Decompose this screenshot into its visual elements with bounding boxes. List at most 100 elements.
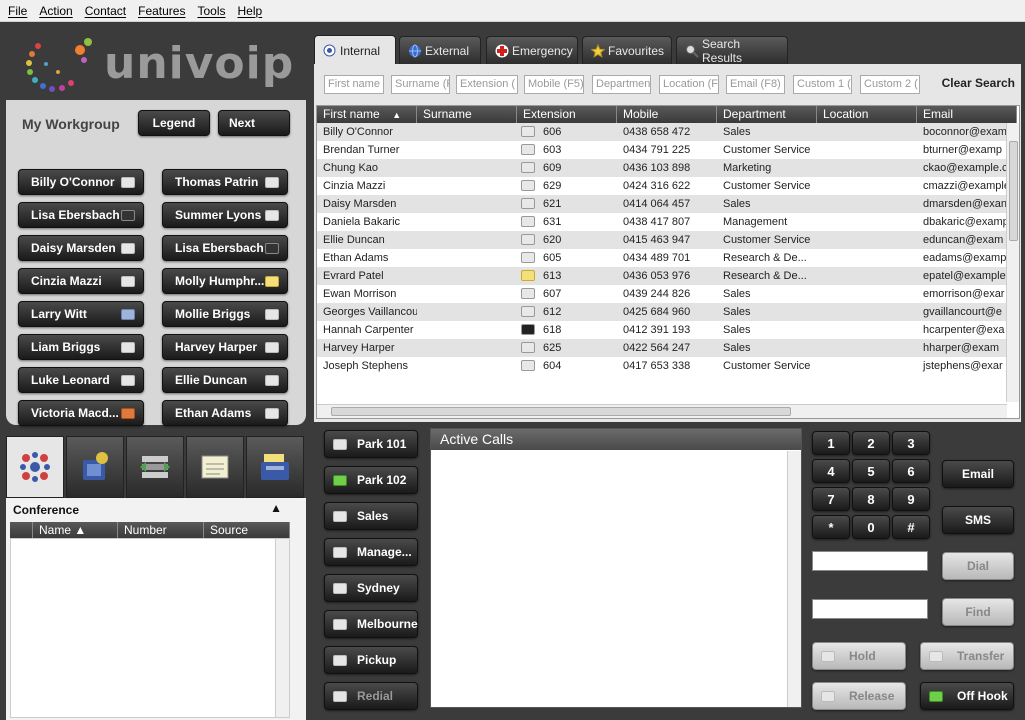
collapse-icon[interactable]: ▲ [270, 501, 282, 515]
horizontal-scrollbar[interactable] [317, 404, 1007, 418]
column-header[interactable]: Location [817, 106, 917, 123]
table-row[interactable]: Georges Vaillancourt 612 0425 684 960 Sales… [317, 303, 1007, 321]
workgroup-member-button[interactable]: Daisy Marsden [18, 235, 144, 261]
conf-col-number[interactable]: Number [118, 522, 204, 539]
search-field[interactable]: Email (F8) [726, 75, 785, 94]
search-field[interactable]: Custom 2 ( [860, 75, 920, 94]
conference-tab[interactable] [6, 436, 64, 498]
table-row[interactable]: Ellie Duncan 620 0415 463 947 Customer Serv… [317, 231, 1007, 249]
workgroup-member-button[interactable]: Lisa Ebersbach [162, 235, 288, 261]
column-header[interactable]: Department [717, 106, 817, 123]
find-input[interactable] [812, 599, 928, 619]
keypad-key[interactable]: 1 [812, 431, 850, 455]
keypad-key[interactable]: 4 [812, 459, 850, 483]
table-row[interactable]: Chung Kao 609 0436 103 898 Marketing ckao@ex… [317, 159, 1008, 177]
workgroup-member-button[interactable]: Summer Lyons [162, 202, 288, 228]
workgroup-member-button[interactable]: Thomas Patrin [162, 169, 288, 195]
table-row[interactable]: Ethan Adams 605 0434 489 701 Research & De.… [317, 249, 1007, 267]
workgroup-member-button[interactable]: Ellie Duncan [162, 367, 288, 393]
workgroup-member-button[interactable]: Luke Leonard [18, 367, 144, 393]
search-field[interactable]: Location (F [659, 75, 719, 94]
workgroup-member-button[interactable]: Liam Briggs [18, 334, 144, 360]
park-button[interactable]: Park 102 [324, 466, 418, 494]
keypad-key[interactable]: 6 [892, 459, 930, 483]
column-header[interactable]: Mobile [617, 106, 717, 123]
table-row[interactable]: Daisy Marsden 621 0414 064 457 Sales dmarsde… [317, 195, 1007, 213]
tab-search-results[interactable]: Search Results [676, 36, 788, 65]
hold-button[interactable]: Hold [812, 642, 906, 670]
column-header[interactable]: Surname [417, 106, 517, 123]
workgroup-member-button[interactable]: Cinzia Mazzi [18, 268, 144, 294]
table-row[interactable]: Harvey Harper 625 0422 564 247 Sales hharper… [317, 339, 1007, 357]
workgroup-member-button[interactable]: Mollie Briggs [162, 301, 288, 327]
table-row[interactable]: Billy O'Connor 606 0438 658 472 Sales boconn… [317, 123, 1007, 141]
workgroup-member-button[interactable]: Larry Witt [18, 301, 144, 327]
menu-tools[interactable]: Tools [191, 0, 231, 22]
column-header[interactable]: First name ▲ [317, 106, 417, 123]
keypad-key[interactable]: 3 [892, 431, 930, 455]
search-field[interactable]: First name [324, 75, 384, 94]
keypad-key[interactable]: 0 [852, 515, 890, 539]
memo-tab[interactable] [186, 436, 244, 498]
park-button[interactable]: Pickup [324, 646, 418, 674]
vertical-scroll-thumb[interactable] [1009, 141, 1018, 241]
search-field[interactable]: Surname (F [391, 75, 450, 94]
tab-internal[interactable]: Internal [314, 35, 396, 65]
menu-contact[interactable]: Contact [79, 0, 132, 22]
table-row[interactable]: Daniela Bakaric 631 0438 417 807 Management… [317, 213, 1009, 231]
workgroup-member-button[interactable]: Ethan Adams [162, 400, 288, 426]
tab-external[interactable]: External [399, 36, 481, 64]
workgroup-member-button[interactable]: Harvey Harper [162, 334, 288, 360]
tab-favourites[interactable]: Favourites [582, 36, 672, 64]
table-row[interactable]: Hannah Carpenter 618 0412 391 193 Sales hcar… [317, 321, 1007, 339]
table-row[interactable]: Ewan Morrison 607 0439 244 826 Sales emorris… [317, 285, 1007, 303]
search-field[interactable]: Extension ( [456, 75, 518, 94]
email-button[interactable]: Email [942, 460, 1014, 488]
table-row[interactable]: Brendan Turner 603 0434 791 225 Customer Se… [317, 141, 1007, 159]
workgroup-member-button[interactable]: Molly Humphr... [162, 268, 288, 294]
column-header[interactable]: Email [917, 106, 1017, 123]
active-calls-scrollbar[interactable] [787, 451, 801, 707]
horizontal-scroll-thumb[interactable] [331, 407, 791, 416]
menu-features[interactable]: Features [132, 0, 191, 22]
menu-action[interactable]: Action [33, 0, 78, 22]
dial-button[interactable]: Dial [942, 552, 1014, 580]
table-row[interactable]: Joseph Stephens 604 0417 653 338 Customer S… [317, 357, 1007, 375]
find-button[interactable]: Find [942, 598, 1014, 626]
transfer-tab[interactable] [126, 436, 184, 498]
keypad-key[interactable]: 7 [812, 487, 850, 511]
keypad-key[interactable]: 2 [852, 431, 890, 455]
conf-col-name[interactable]: Name ▲ [32, 522, 118, 539]
clear-search-button[interactable]: Clear Search [942, 76, 1015, 90]
table-row[interactable]: Cinzia Mazzi 629 0424 316 622 Customer Serv… [317, 177, 1010, 195]
table-row[interactable]: Evrard Patel 613 0436 053 976 Research & De… [317, 267, 1007, 285]
keypad-key[interactable]: * [812, 515, 850, 539]
park-button[interactable]: Sales [324, 502, 418, 530]
off-hook-button[interactable]: Off Hook [920, 682, 1014, 710]
vertical-scrollbar[interactable] [1006, 123, 1019, 402]
release-button[interactable]: Release [812, 682, 906, 710]
workgroup-member-button[interactable]: Victoria Macd... [18, 400, 144, 426]
transfer-button[interactable]: Transfer [920, 642, 1014, 670]
park-button[interactable]: Manage... [324, 538, 418, 566]
column-header[interactable]: Extension [517, 106, 617, 123]
park-button[interactable]: Park 101 [324, 430, 418, 458]
keypad-key[interactable]: 8 [852, 487, 890, 511]
conference-scrollbar[interactable] [275, 539, 289, 717]
search-field[interactable]: Custom 1 ( [793, 75, 852, 94]
next-button[interactable]: Next [218, 110, 290, 136]
park-button[interactable]: Sydney [324, 574, 418, 602]
workgroup-member-button[interactable]: Billy O'Connor [18, 169, 144, 195]
conf-col-source[interactable]: Source [204, 522, 290, 539]
search-field[interactable]: Departmen [592, 75, 651, 94]
workgroup-member-button[interactable]: Lisa Ebersbach [18, 202, 144, 228]
legend-button[interactable]: Legend [138, 110, 210, 136]
park-button[interactable]: Redial [324, 682, 418, 710]
phone-book-tab[interactable] [66, 436, 124, 498]
dial-number-input[interactable] [812, 551, 928, 571]
menu-file[interactable]: File [2, 0, 33, 22]
sms-button[interactable]: SMS [942, 506, 1014, 534]
search-field[interactable]: Mobile (F5) [524, 75, 584, 94]
keypad-key[interactable]: 9 [892, 487, 930, 511]
tab-emergency[interactable]: Emergency [486, 36, 578, 64]
